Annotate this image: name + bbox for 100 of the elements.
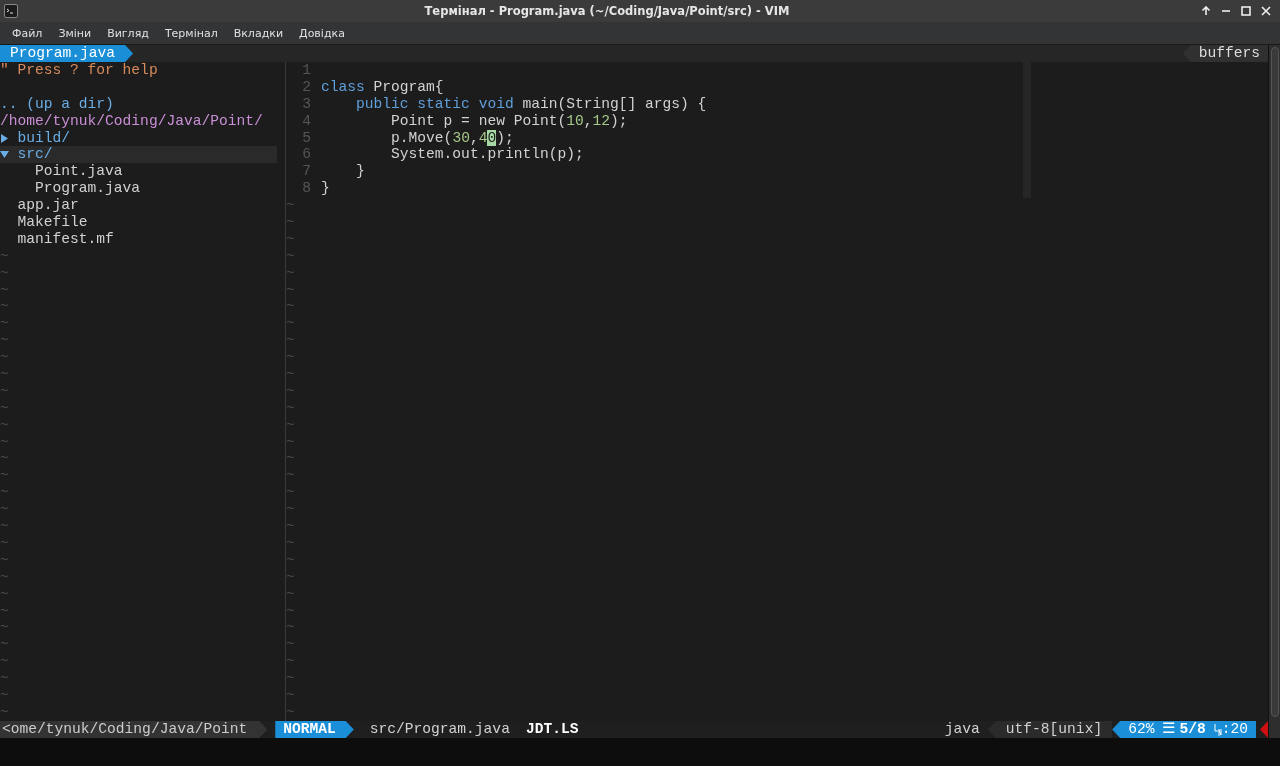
empty-line-marker: ~ xyxy=(286,568,295,585)
maximize-icon xyxy=(1241,6,1251,16)
caret-down-icon[interactable] xyxy=(0,150,9,160)
code-line: } xyxy=(321,180,330,198)
empty-line-marker: ~ xyxy=(286,214,295,230)
empty-line-marker: ~ xyxy=(286,703,295,720)
empty-line-marker: ~ xyxy=(0,653,9,670)
empty-line-marker: ~ xyxy=(0,551,9,568)
line-number: 4 xyxy=(301,112,311,130)
terminal-icon xyxy=(4,4,18,18)
empty-line-marker: ~ xyxy=(286,450,295,467)
code-line: p.Move(30,40); xyxy=(390,129,514,147)
file-type: java xyxy=(944,721,980,738)
line-number: 7 xyxy=(301,163,311,181)
up-arrow-icon xyxy=(1201,6,1211,16)
empty-line-marker: ~ xyxy=(286,349,295,366)
empty-line-marker: ~ xyxy=(286,484,295,501)
file-name[interactable]: Program.java xyxy=(35,180,141,198)
empty-line-marker: ~ xyxy=(286,501,295,518)
code-line: class Program{ xyxy=(321,78,444,96)
empty-line-marker: ~ xyxy=(0,247,9,264)
empty-line-marker: ~ xyxy=(286,585,295,602)
folder-name[interactable]: src/ xyxy=(17,146,53,164)
code-line: Point p = new Point(10,12); xyxy=(390,112,628,130)
scrollbar[interactable] xyxy=(1268,45,1280,738)
code-line: } xyxy=(355,163,365,181)
empty-line-marker: ~ xyxy=(0,602,9,619)
empty-line-marker: ~ xyxy=(286,636,295,653)
empty-line-marker: ~ xyxy=(0,619,9,636)
line-number: 8 xyxy=(301,180,311,198)
empty-line-marker: ~ xyxy=(0,636,9,653)
empty-line-marker: ~ xyxy=(286,315,295,332)
empty-line-marker: ~ xyxy=(0,349,9,366)
window-title: Термінал - Program.java (~/Coding/Java/Point/src) - VIM xyxy=(423,4,791,18)
line-number: 6 xyxy=(301,146,311,164)
empty-line-marker: ~ xyxy=(286,399,295,416)
file-name[interactable]: Point.java xyxy=(35,163,123,181)
empty-line-marker: ~ xyxy=(286,534,295,551)
menu-item[interactable]: Зміни xyxy=(50,26,100,40)
help-hint: " Press ? for help xyxy=(0,62,158,78)
tab[interactable]: Program.java xyxy=(0,45,134,62)
empty-line-marker: ~ xyxy=(286,197,295,214)
status-marker xyxy=(1260,721,1268,738)
empty-line-marker: ~ xyxy=(286,264,295,281)
empty-line-marker: ~ xyxy=(0,416,9,433)
empty-line-marker: ~ xyxy=(0,382,9,399)
empty-line-marker: ~ xyxy=(286,518,295,535)
empty-line-marker: ~ xyxy=(0,315,9,332)
line-number: 1 xyxy=(301,62,311,79)
menu-item[interactable]: Довідка xyxy=(291,26,353,40)
file-name[interactable]: manifest.mf xyxy=(17,230,114,248)
empty-line-marker: ~ xyxy=(0,670,9,687)
empty-line-marker: ~ xyxy=(0,568,9,585)
empty-line-marker: ~ xyxy=(286,281,295,298)
file-name[interactable]: Makefile xyxy=(17,214,88,231)
line-number: 3 xyxy=(301,95,311,113)
caret-right-icon[interactable] xyxy=(0,133,9,143)
mode-indicator: NORMAL xyxy=(275,721,354,738)
empty-line-marker: ~ xyxy=(0,686,9,703)
menu-item[interactable]: Термінал xyxy=(156,26,226,40)
empty-line-marker: ~ xyxy=(286,602,295,619)
empty-line-marker: ~ xyxy=(0,467,9,484)
code-line: public static void main(String[] args) { xyxy=(355,95,707,113)
empty-line-marker: ~ xyxy=(0,484,9,501)
empty-line-marker: ~ xyxy=(0,433,9,450)
menu-item[interactable]: Вкладки xyxy=(225,26,292,40)
file-name[interactable]: app.jar xyxy=(17,197,79,215)
language-server-name: JDT.LS xyxy=(525,721,579,738)
empty-line-marker: ~ xyxy=(286,332,295,349)
empty-line-marker: ~ xyxy=(0,281,9,298)
empty-line-marker: ~ xyxy=(0,703,9,720)
empty-line-marker: ~ xyxy=(286,653,295,670)
scroll-percent: 62% xyxy=(1128,721,1155,738)
empty-line-marker: ~ xyxy=(0,450,9,467)
empty-line-marker: ~ xyxy=(286,619,295,636)
empty-line-marker: ~ xyxy=(286,366,295,383)
empty-line-marker: ~ xyxy=(286,670,295,687)
empty-line-marker: ~ xyxy=(0,332,9,349)
folder-name[interactable]: build/ xyxy=(17,129,71,147)
empty-line-marker: ~ xyxy=(286,551,295,568)
file-path: src/Program.java xyxy=(369,721,510,738)
empty-line-marker: ~ xyxy=(286,416,295,433)
empty-line-marker: ~ xyxy=(286,467,295,484)
empty-line-marker: ~ xyxy=(0,399,9,416)
empty-line-marker: ~ xyxy=(286,247,295,264)
empty-line-marker: ~ xyxy=(0,501,9,518)
empty-line-marker: ~ xyxy=(286,686,295,703)
line-position: 5/8 xyxy=(1179,721,1206,738)
up-directory-link[interactable]: .. (up a dir) xyxy=(0,95,114,112)
empty-line-marker: ~ xyxy=(0,518,9,535)
column-position: :20 xyxy=(1221,721,1248,738)
empty-line-marker: ~ xyxy=(0,264,9,281)
line-glyph: ☰ xyxy=(1162,721,1176,738)
empty-line-marker: ~ xyxy=(286,382,295,399)
empty-line-marker: ~ xyxy=(286,230,295,247)
menu-item[interactable]: Вигляд xyxy=(99,26,157,40)
line-number: 2 xyxy=(301,78,311,96)
menu-item[interactable]: Файл xyxy=(4,26,51,40)
file-encoding: utf-8[unix] xyxy=(987,721,1113,738)
empty-line-marker: ~ xyxy=(0,298,9,315)
